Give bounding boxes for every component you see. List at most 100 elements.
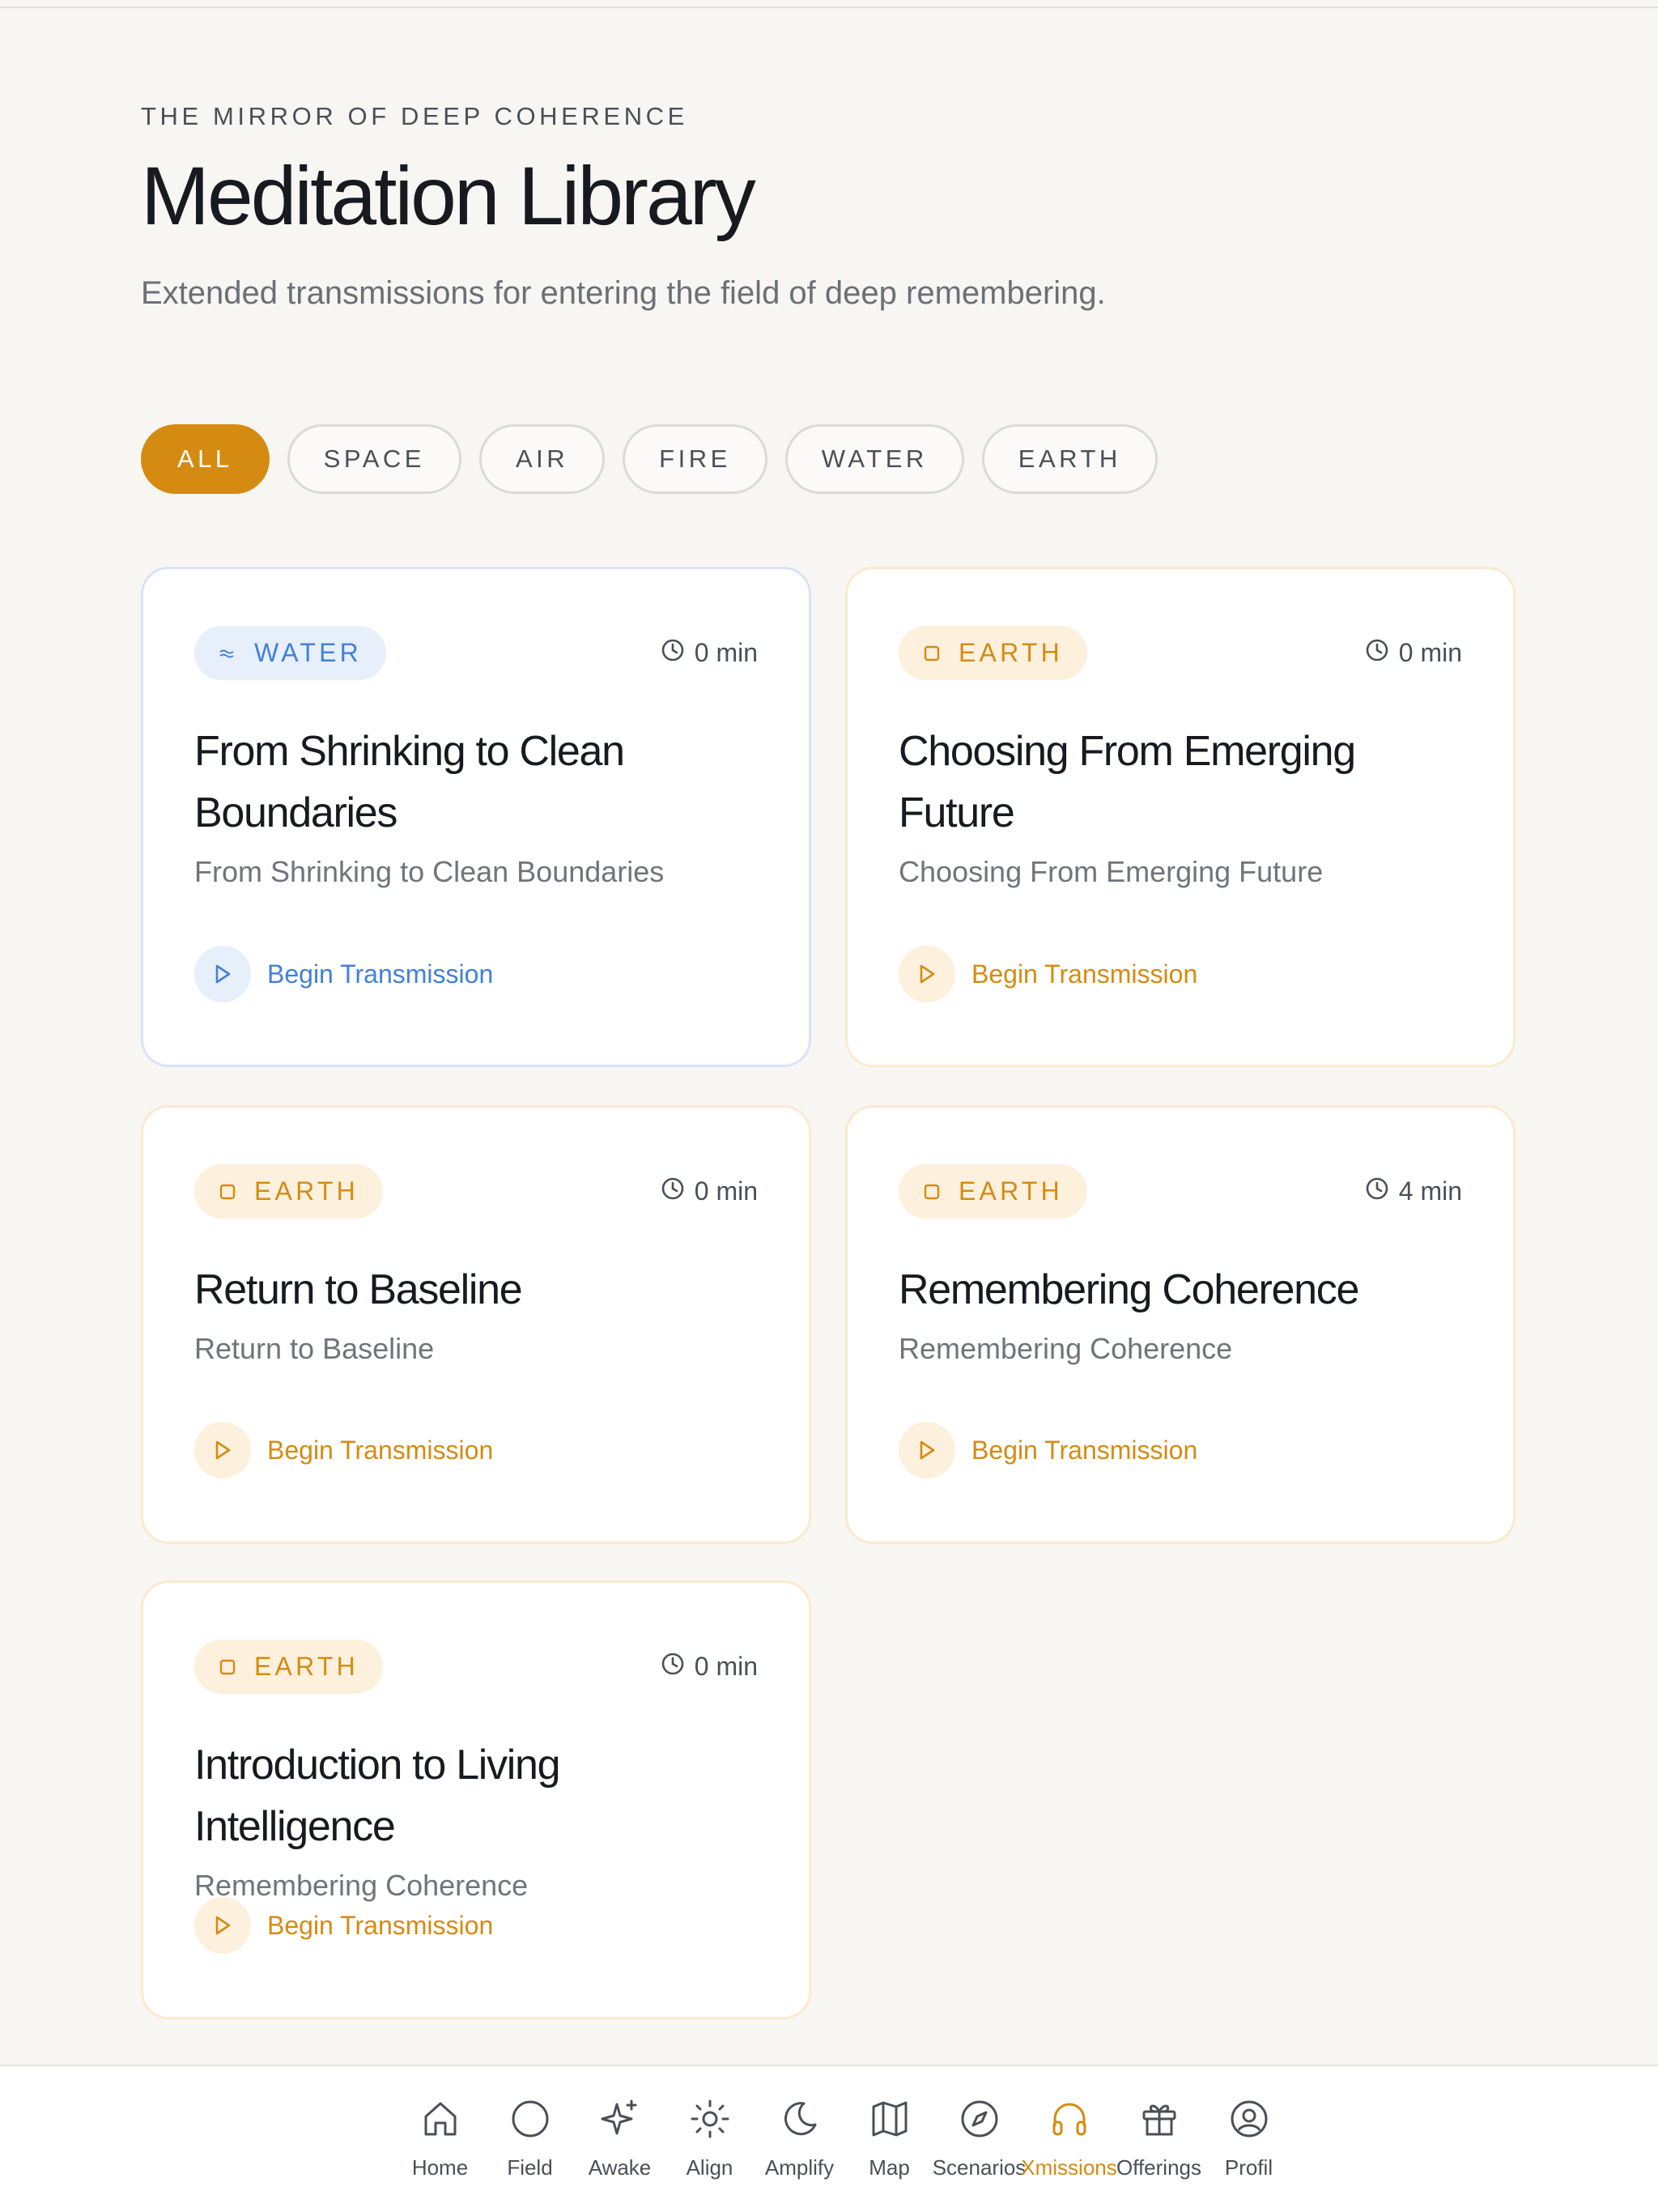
moon-icon <box>780 2094 820 2144</box>
sun-icon <box>689 2094 731 2144</box>
clock-icon <box>661 1652 685 1682</box>
nav-align[interactable]: Align <box>665 2094 755 2180</box>
map-icon <box>869 2094 910 2144</box>
water-wave-icon <box>219 645 236 661</box>
duration-label: 0 min <box>694 1652 758 1681</box>
nav-label: Align <box>686 2155 733 2180</box>
page-header: THE MIRROR OF DEEP COHERENCE Meditation … <box>141 102 1517 312</box>
earth-square-icon <box>219 1658 236 1676</box>
play-icon <box>899 946 955 1002</box>
element-badge-label: EARTH <box>254 1652 359 1681</box>
card-title: From Shrinking to Clean Boundaries <box>194 728 625 836</box>
filter-earth[interactable]: EARTH <box>981 424 1158 494</box>
begin-transmission-button[interactable]: Begin Transmission <box>899 946 1197 1002</box>
nav-label: Field <box>507 2155 553 2180</box>
nav-home[interactable]: Home <box>395 2094 485 2180</box>
duration: 0 min <box>661 638 758 669</box>
begin-transmission-button[interactable]: Begin Transmission <box>194 1422 493 1478</box>
card-title: Return to Baseline <box>194 1266 523 1313</box>
nav-profil[interactable]: Profil <box>1204 2094 1294 2180</box>
play-icon <box>194 1422 251 1478</box>
clock-icon <box>1365 1176 1389 1207</box>
home-icon <box>421 2094 460 2144</box>
duration-label: 0 min <box>694 638 758 667</box>
duration: 4 min <box>1365 1176 1462 1207</box>
element-badge: EARTH <box>899 626 1087 680</box>
card-subtitle: Return to Baseline <box>194 1332 435 1365</box>
clock-icon <box>661 1176 685 1207</box>
filter-air[interactable]: AIR <box>478 424 606 494</box>
filter-fire[interactable]: FIRE <box>623 424 767 494</box>
bottom-nav: Home Field Awake Align Amplify Map Scena… <box>0 2065 1658 2212</box>
duration-label: 0 min <box>694 1176 758 1206</box>
page-title: Meditation Library <box>141 150 756 242</box>
element-badge: EARTH <box>194 1164 383 1219</box>
element-badge: WATER <box>194 626 386 680</box>
nav-label: Profil <box>1224 2155 1273 2180</box>
begin-transmission-label: Begin Transmission <box>267 959 494 989</box>
element-badge: EARTH <box>899 1164 1087 1219</box>
meditation-card[interactable]: EARTH 0 min Return to Baseline Return to… <box>141 1105 811 1544</box>
nav-label: Scenarios <box>932 2155 1027 2180</box>
clock-icon <box>661 638 685 669</box>
clock-icon <box>1365 638 1389 669</box>
card-title: Choosing From Emerging Future <box>899 728 1356 836</box>
nav-map[interactable]: Map <box>844 2094 934 2180</box>
nav-awake[interactable]: Awake <box>575 2094 665 2180</box>
play-icon <box>899 1422 955 1478</box>
nav-field[interactable]: Field <box>485 2094 575 2180</box>
nav-label: Home <box>411 2155 469 2180</box>
circle-icon <box>510 2094 551 2144</box>
duration-label: 4 min <box>1398 1176 1462 1206</box>
page-eyebrow: THE MIRROR OF DEEP COHERENCE <box>141 102 688 130</box>
begin-transmission-button[interactable]: Begin Transmission <box>194 1897 493 1954</box>
card-title: Remembering Coherence <box>899 1266 1359 1313</box>
nav-xmissions[interactable]: Xmissions <box>1021 2094 1117 2180</box>
filter-all[interactable]: ALL <box>141 424 270 494</box>
duration: 0 min <box>1365 638 1462 669</box>
duration-label: 0 min <box>1398 638 1462 667</box>
begin-transmission-label: Begin Transmission <box>267 1910 494 1940</box>
element-badge: EARTH <box>194 1640 383 1694</box>
nav-label: Offerings <box>1116 2155 1201 2180</box>
element-badge-label: WATER <box>254 638 362 667</box>
nav-label: Awake <box>588 2155 652 2180</box>
earth-square-icon <box>923 644 941 662</box>
element-filter-bar: ALL SPACE AIR FIRE WATER EARTH <box>141 424 1158 494</box>
meditation-card[interactable]: EARTH 4 min Remembering Coherence Rememb… <box>845 1105 1516 1544</box>
nav-label: Map <box>869 2155 910 2180</box>
begin-transmission-button[interactable]: Begin Transmission <box>899 1422 1197 1478</box>
earth-square-icon <box>219 1183 236 1201</box>
element-badge-label: EARTH <box>959 638 1063 667</box>
nav-offerings[interactable]: Offerings <box>1114 2094 1204 2180</box>
begin-transmission-label: Begin Transmission <box>971 1435 1198 1465</box>
begin-transmission-button[interactable]: Begin Transmission <box>194 946 493 1002</box>
nav-scenarios[interactable]: Scenarios <box>932 2094 1027 2180</box>
card-subtitle: Choosing From Emerging Future <box>899 855 1324 888</box>
user-circle-icon <box>1229 2094 1269 2144</box>
duration: 0 min <box>661 1176 758 1207</box>
sparkles-icon <box>599 2094 641 2144</box>
gift-icon <box>1139 2094 1180 2144</box>
nav-label: Xmissions <box>1021 2155 1117 2180</box>
card-subtitle: From Shrinking to Clean Boundaries <box>194 855 665 888</box>
begin-transmission-label: Begin Transmission <box>971 959 1198 989</box>
begin-transmission-label: Begin Transmission <box>267 1435 494 1465</box>
top-divider <box>0 6 1658 8</box>
element-badge-label: EARTH <box>254 1176 359 1206</box>
page-subtitle: Extended transmissions for entering the … <box>141 275 1106 312</box>
compass-icon <box>959 2094 1000 2144</box>
filter-space[interactable]: SPACE <box>287 424 461 494</box>
element-badge-label: EARTH <box>959 1176 1063 1206</box>
card-subtitle: Remembering Coherence <box>899 1332 1233 1365</box>
earth-square-icon <box>923 1183 941 1201</box>
play-icon <box>194 1897 251 1954</box>
filter-water[interactable]: WATER <box>784 424 964 494</box>
meditation-card[interactable]: EARTH 0 min Choosing From Emerging Futur… <box>845 567 1516 1067</box>
nav-label: Amplify <box>764 2155 835 2180</box>
play-icon <box>194 946 251 1002</box>
duration: 0 min <box>661 1652 758 1682</box>
meditation-card[interactable]: WATER 0 min From Shrinking to Clean Boun… <box>141 567 811 1067</box>
meditation-card[interactable]: EARTH 0 min Introduction to Living Intel… <box>141 1580 811 2019</box>
nav-amplify[interactable]: Amplify <box>755 2094 844 2180</box>
